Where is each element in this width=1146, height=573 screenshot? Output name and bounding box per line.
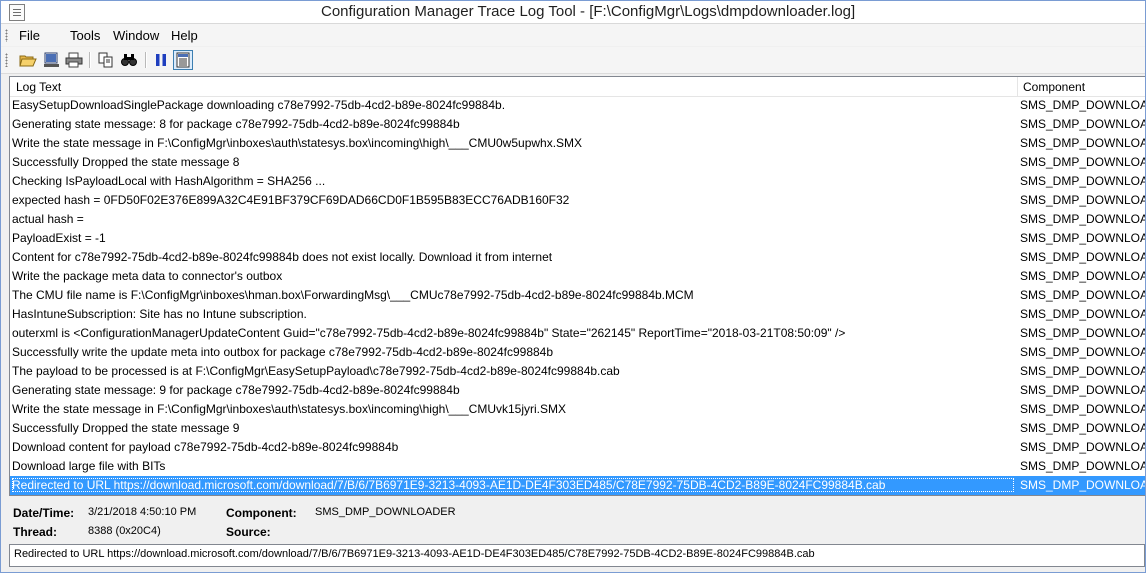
table-row[interactable]: Download content for payload c78e7992-75… (10, 438, 1145, 457)
log-text-cell: Generating state message: 8 for package … (12, 117, 460, 131)
table-row[interactable]: Successfully write the update meta into … (10, 343, 1145, 362)
log-text-cell: EasySetupDownloadSinglePackage downloadi… (12, 98, 506, 112)
table-row[interactable]: Write the state message in F:\ConfigMgr\… (10, 400, 1145, 419)
toolbar-separator (89, 52, 91, 68)
log-text-cell: outerxml is <ConfigurationManagerUpdateC… (12, 326, 846, 340)
log-text-cell: Successfully Dropped the state message 8 (12, 155, 240, 169)
table-row[interactable]: outerxml is <ConfigurationManagerUpdateC… (10, 324, 1145, 343)
copy-icon[interactable] (97, 51, 115, 69)
app-window: Configuration Manager Trace Log Tool - [… (0, 0, 1146, 573)
menu-window[interactable]: Window (113, 28, 159, 43)
component-cell: SMS_DMP_DOWNLOADER (1020, 117, 1145, 131)
table-row[interactable]: actual hash = SMS_DMP_DOWNLOADER (10, 210, 1145, 229)
toolbar-separator (145, 52, 147, 68)
column-divider[interactable] (1017, 77, 1018, 96)
table-row[interactable]: Write the state message in F:\ConfigMgr\… (10, 134, 1145, 153)
log-text-cell: HasIntuneSubscription: Site has no Intun… (12, 307, 307, 321)
component-cell: SMS_DMP_DOWNLOADER (1020, 269, 1145, 283)
title-bar[interactable]: Configuration Manager Trace Log Tool - [… (1, 1, 1145, 24)
table-row[interactable]: Generating state message: 9 for package … (10, 381, 1145, 400)
column-header-log-text[interactable]: Log Text (16, 80, 61, 94)
table-row[interactable]: Write the package meta data to connector… (10, 267, 1145, 286)
column-header-component[interactable]: Component (1023, 80, 1085, 94)
component-cell: SMS_DMP_DOWNLOADER (1020, 174, 1145, 188)
table-row[interactable]: Successfully Dropped the state message 8… (10, 153, 1145, 172)
toggle-details-icon[interactable] (173, 50, 193, 70)
table-row[interactable]: Successfully Dropped the state message 9… (10, 419, 1145, 438)
table-row[interactable]: Checking IsPayloadLocal with HashAlgorit… (10, 172, 1145, 191)
component-cell: SMS_DMP_DOWNLOADER (1020, 383, 1145, 397)
menu-grip-icon (5, 29, 8, 42)
component-label: Component: (226, 506, 297, 520)
table-row[interactable]: HasIntuneSubscription: Site has no Intun… (10, 305, 1145, 324)
menu-file[interactable]: File (19, 28, 40, 43)
message-text: Redirected to URL https://download.micro… (14, 548, 815, 560)
thread-label: Thread: (13, 525, 58, 539)
component-cell: SMS_DMP_DOWNLOADER (1020, 307, 1145, 321)
component-cell: SMS_DMP_DOWNLOADER (1020, 478, 1145, 492)
component-cell: SMS_DMP_DOWNLOADER (1020, 136, 1145, 150)
log-text-cell: Successfully Dropped the state message 9 (12, 421, 240, 435)
component-cell: SMS_DMP_DOWNLOADER (1020, 212, 1145, 226)
component-cell: SMS_DMP_DOWNLOADER (1020, 98, 1145, 112)
component-cell: SMS_DMP_DOWNLOADER (1020, 155, 1145, 169)
table-row[interactable]: Generating state message: 8 for package … (10, 115, 1145, 134)
component-cell: SMS_DMP_DOWNLOADER (1020, 231, 1145, 245)
component-cell: SMS_DMP_DOWNLOADER (1020, 421, 1145, 435)
component-cell: SMS_DMP_DOWNLOADER (1020, 288, 1145, 302)
table-row[interactable]: Content for c78e7992-75db-4cd2-b89e-8024… (10, 248, 1145, 267)
component-cell: SMS_DMP_DOWNLOADER (1020, 440, 1145, 454)
component-cell: SMS_DMP_DOWNLOADER (1020, 326, 1145, 340)
log-text-cell: Write the package meta data to connector… (12, 269, 283, 283)
log-text-cell: Checking IsPayloadLocal with HashAlgorit… (12, 174, 326, 188)
log-text-cell: Redirected to URL https://download.micro… (12, 478, 1014, 492)
log-list[interactable]: Log Text Component EasySetupDownloadSing… (9, 76, 1145, 496)
log-text-cell: Write the state message in F:\ConfigMgr\… (12, 136, 583, 150)
component-cell: SMS_DMP_DOWNLOADER (1020, 402, 1145, 416)
log-text-cell: PayloadExist = -1 (12, 231, 106, 245)
message-box[interactable]: Redirected to URL https://download.micro… (9, 544, 1145, 567)
window-title: Configuration Manager Trace Log Tool - [… (321, 3, 856, 20)
table-row[interactable]: EasySetupDownloadSinglePackage downloadi… (10, 96, 1145, 115)
table-row[interactable]: The payload to be processed is at F:\Con… (10, 362, 1145, 381)
log-text-cell: expected hash = 0FD50F02E376E899A32C4E91… (12, 193, 570, 207)
component-cell: SMS_DMP_DOWNLOADER (1020, 345, 1145, 359)
table-row[interactable]: expected hash = 0FD50F02E376E899A32C4E91… (10, 191, 1145, 210)
log-text-cell: The CMU file name is F:\ConfigMgr\inboxe… (12, 288, 694, 302)
menu-bar: File Tools Window Help (1, 24, 1145, 46)
table-row[interactable]: Download large file with BITs SMS_DMP_DOW… (10, 457, 1145, 476)
datetime-value: 3/21/2018 4:50:10 PM (88, 506, 197, 518)
menu-tools[interactable]: Tools (70, 28, 100, 43)
log-text-cell: Download large file with BITs (12, 459, 166, 473)
details-pane: Date/Time: 3/21/2018 4:50:10 PM Componen… (9, 497, 1145, 541)
component-cell: SMS_DMP_DOWNLOADER (1020, 459, 1145, 473)
log-text-cell: Write the state message in F:\ConfigMgr\… (12, 402, 567, 416)
component-cell: SMS_DMP_DOWNLOADER (1020, 250, 1145, 264)
datetime-label: Date/Time: (13, 506, 75, 520)
open-folder-icon[interactable] (19, 51, 37, 69)
log-text-cell: The payload to be processed is at F:\Con… (12, 364, 620, 378)
log-text-cell: Successfully write the update meta into … (12, 345, 554, 359)
log-document-icon (9, 4, 25, 21)
table-row[interactable]: PayloadExist = -1 SMS_DMP_DOWNLOADER (10, 229, 1145, 248)
thread-value: 8388 (0x20C4) (88, 525, 161, 537)
component-cell: SMS_DMP_DOWNLOADER (1020, 193, 1145, 207)
toolbar (1, 47, 1145, 74)
toolbar-grip-icon (5, 53, 8, 67)
source-label: Source: (226, 525, 271, 539)
pause-icon[interactable] (152, 51, 170, 69)
table-row[interactable]: Redirected to URL https://download.micro… (10, 476, 1145, 495)
print-preview-icon[interactable] (43, 51, 61, 69)
menu-help[interactable]: Help (171, 28, 198, 43)
log-text-cell: actual hash = (12, 212, 84, 226)
table-row[interactable]: The CMU file name is F:\ConfigMgr\inboxe… (10, 286, 1145, 305)
component-value: SMS_DMP_DOWNLOADER (315, 506, 456, 518)
print-icon[interactable] (65, 51, 83, 69)
list-header: Log Text Component (10, 77, 1145, 97)
log-text-cell: Download content for payload c78e7992-75… (12, 440, 399, 454)
log-text-cell: Generating state message: 9 for package … (12, 383, 460, 397)
component-cell: SMS_DMP_DOWNLOADER (1020, 364, 1145, 378)
log-text-cell: Content for c78e7992-75db-4cd2-b89e-8024… (12, 250, 553, 264)
find-icon[interactable] (120, 51, 138, 69)
